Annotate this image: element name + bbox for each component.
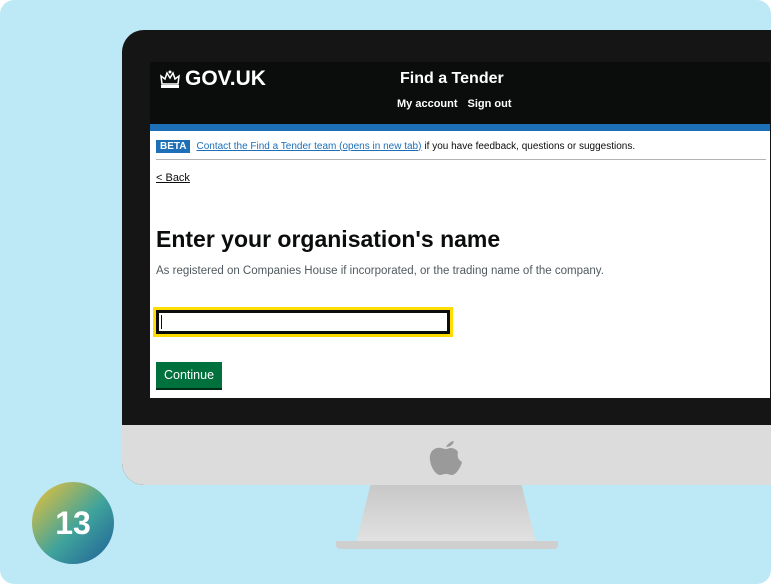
- gov-logo[interactable]: GOV.UK: [159, 67, 266, 91]
- sign-out-link[interactable]: Sign out: [468, 98, 512, 110]
- gov-logo-text: GOV.UK: [185, 67, 266, 90]
- beta-tag: BETA: [156, 139, 191, 153]
- beta-text: if you have feedback, questions or sugge…: [424, 140, 636, 152]
- monitor-stand-base: [336, 541, 558, 549]
- feedback-link[interactable]: Contact the Find a Tender team (opens in…: [196, 141, 421, 152]
- browser-screen: GOV.UK Find a Tender My account Sign out…: [150, 62, 770, 398]
- hint-text: As registered on Companies House if inco…: [156, 265, 604, 277]
- crown-icon: [160, 70, 180, 88]
- organisation-name-input[interactable]: [153, 307, 453, 337]
- illustration-frame: GOV.UK Find a Tender My account Sign out…: [0, 0, 771, 584]
- page-title: Enter your organisation's name: [156, 226, 501, 252]
- apple-logo-icon: [429, 441, 462, 475]
- text-caret: [161, 315, 162, 329]
- my-account-link[interactable]: My account: [397, 98, 458, 110]
- step-number-badge: 13: [32, 482, 114, 564]
- service-name[interactable]: Find a Tender: [400, 70, 504, 88]
- back-link[interactable]: < Back: [156, 172, 190, 184]
- header-blue-bar: [150, 124, 770, 131]
- beta-banner: BETA Contact the Find a Tender team (ope…: [156, 137, 766, 160]
- step-number: 13: [55, 504, 91, 541]
- gov-header: GOV.UK Find a Tender My account Sign out: [150, 62, 770, 124]
- monitor-stand: [356, 485, 536, 543]
- header-nav: My account Sign out: [397, 98, 512, 110]
- continue-button[interactable]: Continue: [156, 362, 223, 388]
